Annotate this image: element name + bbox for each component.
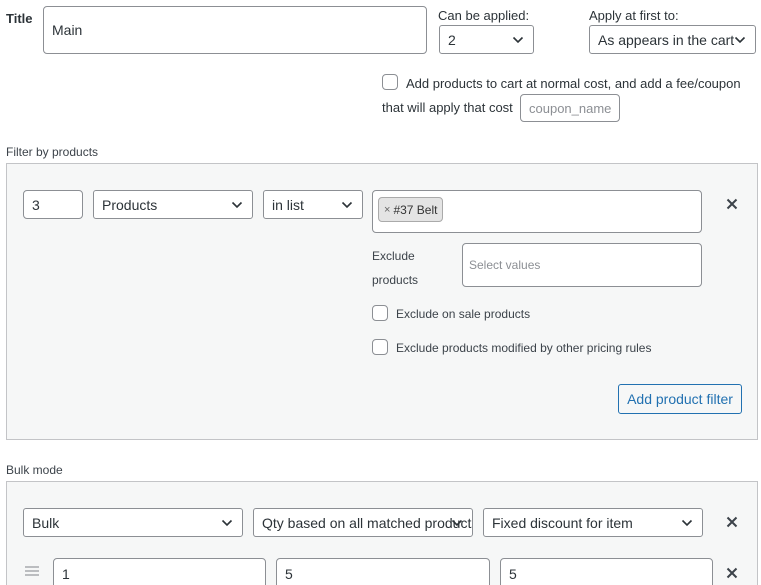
coupon-name-input[interactable] xyxy=(520,94,620,122)
exclude-on-sale-checkbox[interactable] xyxy=(372,305,388,321)
exclude-products-label-line1: Exclude xyxy=(372,249,415,263)
filter-type-select[interactable]: Products xyxy=(93,190,253,219)
chevron-down-icon xyxy=(231,201,243,208)
tag-label: #37 Belt xyxy=(393,202,438,217)
fee-coupon-label-line1: Add products to cart at normal cost, and… xyxy=(406,76,741,91)
discount-type-select[interactable]: Fixed discount for item xyxy=(483,508,703,537)
exclude-products-input[interactable] xyxy=(462,243,702,287)
filter-type-value: Products xyxy=(102,196,158,213)
exclude-products-label-line2: products xyxy=(372,273,419,287)
chevron-down-icon xyxy=(681,519,693,526)
bulk-mode-select[interactable]: Bulk xyxy=(23,508,243,537)
range-value-input[interactable] xyxy=(500,558,713,585)
qty-basis-select[interactable]: Qty based on all matched products xyxy=(253,508,473,537)
can-be-applied-select[interactable]: 2 xyxy=(439,25,534,54)
products-multiselect[interactable]: × #37 Belt xyxy=(372,190,702,233)
chevron-down-icon xyxy=(451,519,463,526)
add-product-filter-button[interactable]: Add product filter xyxy=(618,384,742,414)
drag-handle-icon[interactable] xyxy=(25,566,39,576)
filter-qty-input[interactable] xyxy=(23,190,83,219)
bulk-mode-value: Bulk xyxy=(32,514,60,531)
exclude-on-sale-label: Exclude on sale products xyxy=(396,307,531,321)
filter-by-products-label: Filter by products xyxy=(6,145,99,159)
range-to-input[interactable] xyxy=(276,558,490,585)
title-input[interactable] xyxy=(43,6,427,54)
close-icon[interactable] xyxy=(726,198,738,210)
title-label: Title xyxy=(6,11,33,26)
qty-basis-value: Qty based on all matched products xyxy=(262,514,473,531)
tag-remove-icon[interactable]: × xyxy=(384,204,390,216)
discount-type-value: Fixed discount for item xyxy=(492,514,633,531)
chevron-down-icon xyxy=(512,36,524,43)
chevron-down-icon xyxy=(734,36,746,43)
close-icon[interactable] xyxy=(726,567,738,579)
chevron-down-icon xyxy=(341,201,353,208)
apply-first-label: Apply at first to: xyxy=(589,8,679,23)
close-icon[interactable] xyxy=(726,516,738,528)
apply-first-value: As appears in the cart xyxy=(598,31,735,48)
fee-coupon-checkbox[interactable] xyxy=(382,74,398,90)
can-be-applied-label: Can be applied: xyxy=(438,8,530,23)
fee-coupon-label-line2: that will apply that cost xyxy=(382,100,513,115)
can-be-applied-value: 2 xyxy=(448,31,456,48)
range-from-input[interactable] xyxy=(53,558,266,585)
chevron-down-icon xyxy=(221,519,233,526)
exclude-modified-label: Exclude products modified by other prici… xyxy=(396,341,652,355)
exclude-modified-checkbox[interactable] xyxy=(372,339,388,355)
filter-method-value: in list xyxy=(272,196,304,213)
bulk-mode-label: Bulk mode xyxy=(6,463,63,477)
apply-first-select[interactable]: As appears in the cart xyxy=(589,25,756,54)
selected-product-tag: × #37 Belt xyxy=(378,197,444,222)
filter-method-select[interactable]: in list xyxy=(263,190,363,219)
